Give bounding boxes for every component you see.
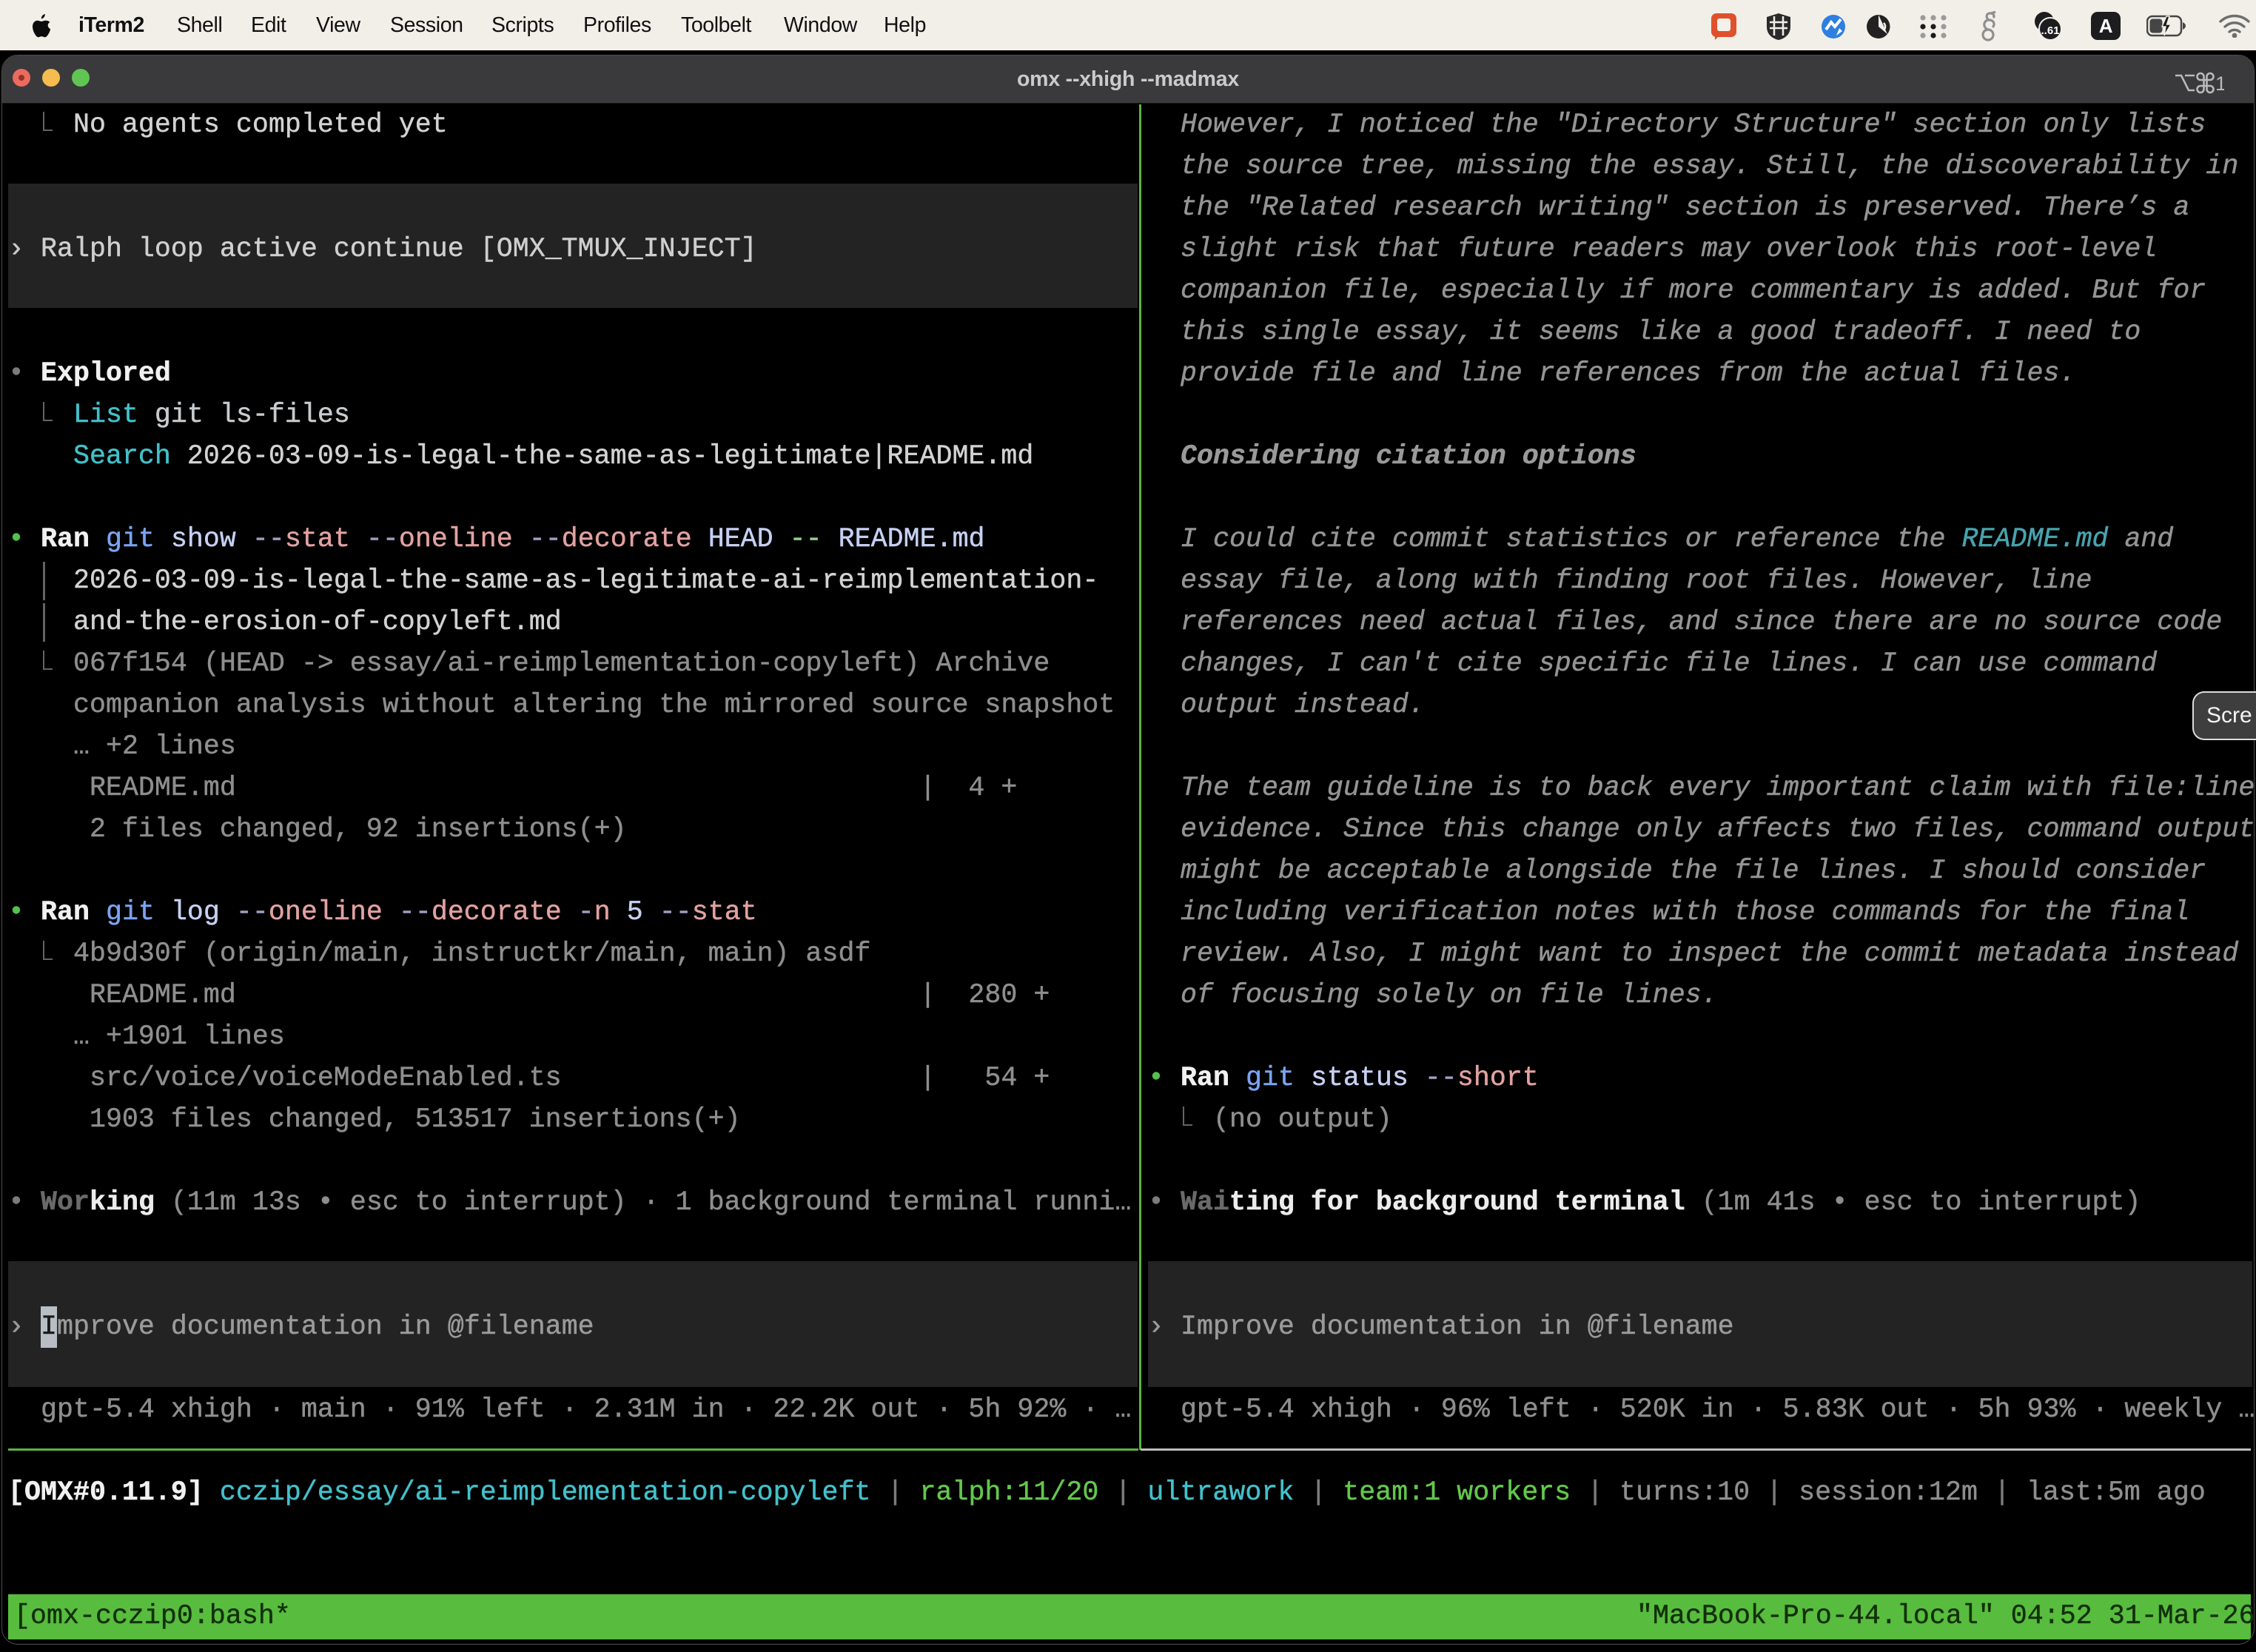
svg-text:1: 1 [2215,73,2224,94]
svg-text:..61: ..61 [2041,24,2059,37]
